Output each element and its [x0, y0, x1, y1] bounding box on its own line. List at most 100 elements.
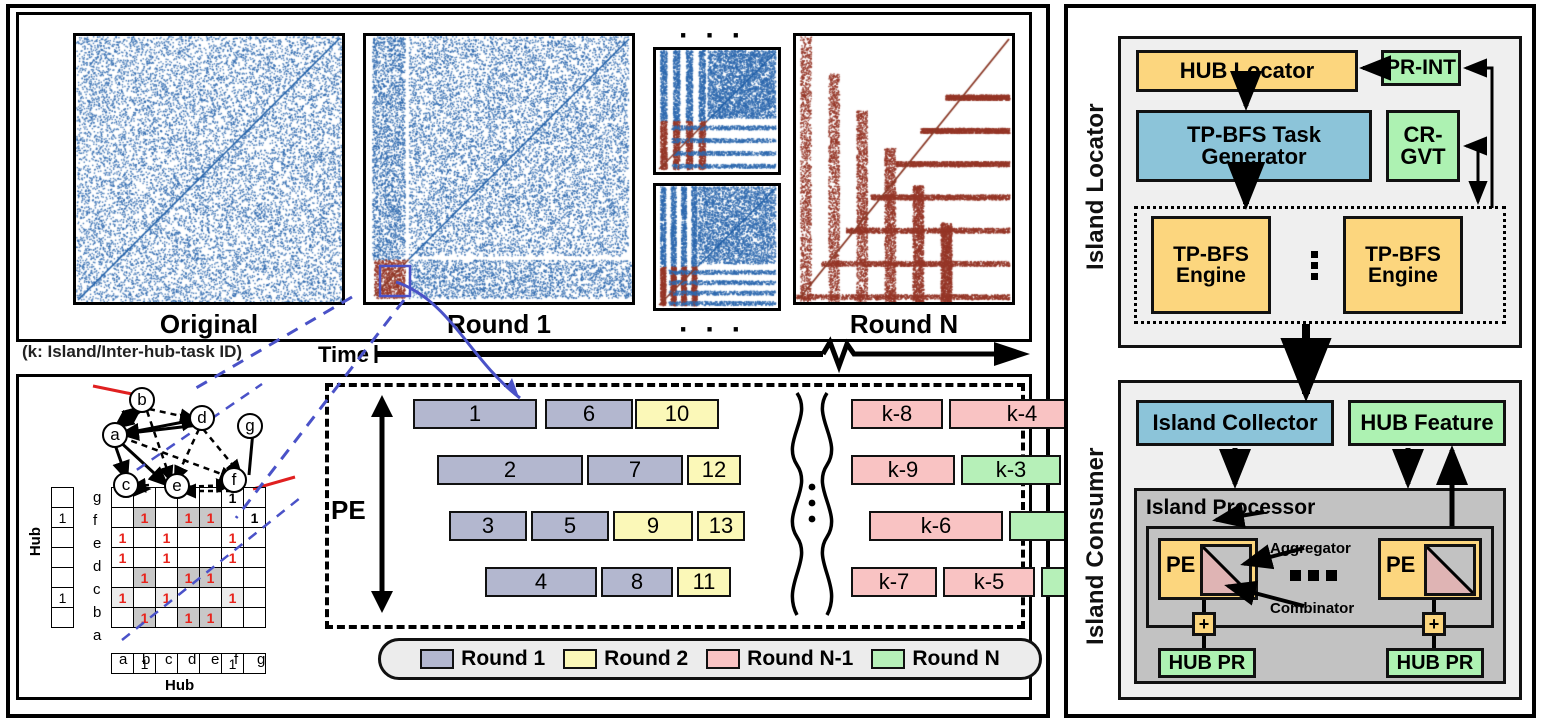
matrix-cell [243, 547, 266, 568]
aggregator-annotation: Aggregator [1270, 540, 1351, 557]
hub-pr-right[interactable]: HUB PR [1386, 648, 1484, 678]
task-block[interactable]: 9 [613, 511, 693, 541]
pe-axis-label: PE [331, 495, 366, 525]
hub-cell [199, 653, 222, 674]
task-block[interactable]: k-9 [851, 455, 955, 485]
pr-int-block[interactable]: PR-INT [1381, 50, 1461, 86]
task-block[interactable]: 1 [413, 399, 537, 429]
matrix-row: 111 [111, 547, 266, 568]
legend-item: Round N-1 [706, 647, 853, 671]
hub-indicator-row: 11 [111, 653, 266, 674]
matrix-cell [155, 567, 178, 588]
graph-node-e: e [164, 473, 190, 499]
matrix-row-label: a [93, 627, 102, 644]
matrix-cell: 1 [221, 587, 244, 608]
legend-label: Round N [912, 647, 1000, 670]
matrix-cell [155, 607, 178, 628]
task-block[interactable]: 2 [437, 455, 583, 485]
hub-pr-left[interactable]: HUB PR [1158, 648, 1256, 678]
scatter-plot-original [73, 33, 345, 305]
matrix-cell [243, 527, 266, 548]
matrix-cell [199, 487, 222, 508]
matrix-cell: 1 [133, 507, 156, 528]
hub-label-left: Hub [27, 527, 44, 557]
legend-label: Round 2 [604, 647, 689, 670]
tp-bfs-engine-left[interactable]: TP-BFS Engine [1151, 216, 1271, 314]
matrix-cell: 1 [133, 607, 156, 628]
matrix-cell: 1 [177, 507, 200, 528]
hub-feature-block[interactable]: HUB Feature [1348, 400, 1506, 446]
task-block[interactable]: 4 [485, 567, 597, 597]
hub-cell [155, 653, 178, 674]
matrix-cell [155, 507, 178, 528]
left-panel: § 3.2 Island Locator § 3.3 Island Consum… [0, 0, 1161, 724]
engine-repeat-dots [1311, 251, 1318, 280]
hub-cell [243, 653, 266, 674]
hub-cell [51, 547, 74, 568]
legend-item: Round 2 [563, 647, 688, 671]
matrix-row-label: c [93, 581, 101, 598]
task-block[interactable]: 12 [687, 455, 741, 485]
pe-repeat-dots [1290, 570, 1337, 581]
graph-node-c: c [113, 472, 139, 498]
figure-root: § 3.2 Island Locator § 3.3 Island Consum… [0, 0, 1542, 724]
matrix-cell: 1 [177, 607, 200, 628]
task-block[interactable]: 10 [635, 399, 719, 429]
matrix-row: 111 [111, 567, 266, 588]
tp-bfs-engine-right[interactable]: TP-BFS Engine [1343, 216, 1463, 314]
task-block[interactable]: k-6 [869, 511, 1003, 541]
matrix-cell: 1 [199, 507, 222, 528]
task-block[interactable]: k-5 [943, 567, 1035, 597]
island-locator-plots-block: Original Round 1 · · · · · · Round N [16, 12, 1032, 345]
graph-node-a: a [102, 422, 128, 448]
matrix-cell [221, 607, 244, 628]
legend-item: Round N [871, 647, 1000, 671]
hub-cell: 1 [133, 653, 156, 674]
task-block[interactable]: k-8 [851, 399, 943, 429]
task-block[interactable]: 8 [601, 567, 673, 597]
task-block[interactable]: 11 [677, 567, 731, 597]
hub-cell [51, 607, 74, 628]
graph-node-g: g [237, 413, 263, 439]
matrix-cell [133, 527, 156, 548]
matrix-cell: 1 [199, 607, 222, 628]
combinator-annotation: Combinator [1270, 600, 1355, 617]
matrix-cell: 1 [111, 587, 134, 608]
hub-cell [51, 527, 74, 548]
right-panel-architecture: Island Locator Island Consumer HUB Locat… [1064, 4, 1536, 718]
tp-bfs-task-generator-block[interactable]: TP-BFS Task Generator [1136, 110, 1372, 182]
hub-cell [51, 567, 74, 588]
matrix-cell [177, 527, 200, 548]
task-block[interactable]: 6 [545, 399, 633, 429]
time-axis: Time [318, 336, 1030, 374]
matrix-cell [221, 507, 244, 528]
matrix-cell [243, 607, 266, 628]
task-block[interactable]: 13 [697, 511, 745, 541]
island-collector-block[interactable]: Island Collector [1136, 400, 1334, 446]
hub-cell [111, 653, 134, 674]
task-block[interactable]: k-3 [961, 455, 1061, 485]
cr-gvt-block[interactable]: CR-GVT [1386, 110, 1460, 182]
matrix-cell: 1 [111, 527, 134, 548]
matrix-cell [243, 487, 266, 508]
matrix-cell [221, 567, 244, 588]
hub-label-bottom: Hub [165, 677, 195, 694]
task-block[interactable]: 3 [449, 511, 527, 541]
task-block[interactable]: k-7 [851, 567, 937, 597]
task-block[interactable]: 5 [531, 511, 609, 541]
matrix-cell: 1 [111, 547, 134, 568]
adder-right: + [1422, 612, 1446, 636]
task-block[interactable]: 7 [587, 455, 683, 485]
round-color-legend: Round 1 Round 2 Round N-1 Round N [378, 638, 1042, 680]
matrix-row: 111 [111, 527, 266, 548]
hub-locator-block[interactable]: HUB Locator [1136, 50, 1358, 92]
matrix-cell: 1 [133, 567, 156, 588]
matrix-row-label: e [93, 535, 102, 552]
hub-cell: 1 [51, 587, 74, 608]
hub-cell: 1 [221, 653, 244, 674]
matrix-cell: 1 [243, 507, 266, 528]
matrix-cell: 1 [155, 587, 178, 608]
matrix-cell: 1 [155, 547, 178, 568]
time-arrow-icon [374, 336, 1030, 374]
scatter-plot-roundn [793, 33, 1015, 305]
